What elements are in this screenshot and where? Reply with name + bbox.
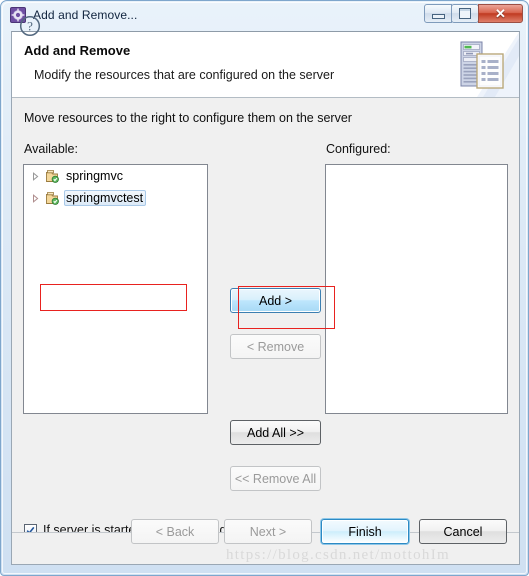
page-title: Add and Remove — [24, 43, 131, 58]
close-button[interactable]: ✕ — [478, 4, 523, 23]
remove-button: < Remove — [230, 334, 321, 359]
wizard-header: Add and Remove Modify the resources that… — [12, 32, 519, 98]
main-content: Move resources to the right to configure… — [12, 98, 519, 537]
window-controls: ✕ — [424, 4, 523, 24]
list-item[interactable]: springmvctest — [24, 187, 207, 209]
maximize-icon — [459, 8, 471, 19]
configured-list[interactable] — [325, 164, 508, 414]
project-icon — [44, 168, 60, 184]
finish-button[interactable]: Finish — [321, 519, 409, 544]
configured-label: Configured: — [326, 142, 391, 156]
window-title: Add and Remove... — [33, 8, 138, 22]
page-description: Modify the resources that are configured… — [34, 68, 335, 82]
remove-all-button: << Remove All — [230, 466, 321, 491]
list-item[interactable]: springmvc — [24, 165, 207, 187]
close-icon: ✕ — [495, 6, 506, 21]
minimize-button[interactable] — [424, 4, 452, 23]
dialog-window: Add and Remove... ✕ Add and Remove Modif… — [0, 0, 529, 576]
svg-text:?: ? — [27, 19, 33, 34]
server-document-icon — [447, 32, 519, 97]
chevron-right-icon[interactable] — [28, 169, 42, 183]
list-item-label: springmvctest — [64, 190, 147, 206]
project-icon — [44, 190, 60, 206]
help-icon[interactable]: ? — [19, 15, 41, 37]
cancel-button[interactable]: Cancel — [419, 519, 507, 544]
add-all-button[interactable]: Add All >> — [230, 420, 321, 445]
chevron-right-icon[interactable] — [28, 191, 42, 205]
back-button: < Back — [131, 519, 219, 544]
available-list[interactable]: springmvc springmvctest — [23, 164, 208, 414]
dialog-client-area: Add and Remove Modify the resources that… — [11, 31, 520, 565]
add-button[interactable]: Add > — [230, 288, 321, 313]
next-button: Next > — [224, 519, 312, 544]
instruction-text: Move resources to the right to configure… — [24, 111, 352, 125]
list-item-label: springmvc — [66, 169, 123, 183]
minimize-icon — [431, 14, 445, 19]
available-label: Available: — [24, 142, 78, 156]
title-bar[interactable]: Add and Remove... ✕ — [1, 1, 529, 29]
maximize-button[interactable] — [451, 4, 479, 23]
